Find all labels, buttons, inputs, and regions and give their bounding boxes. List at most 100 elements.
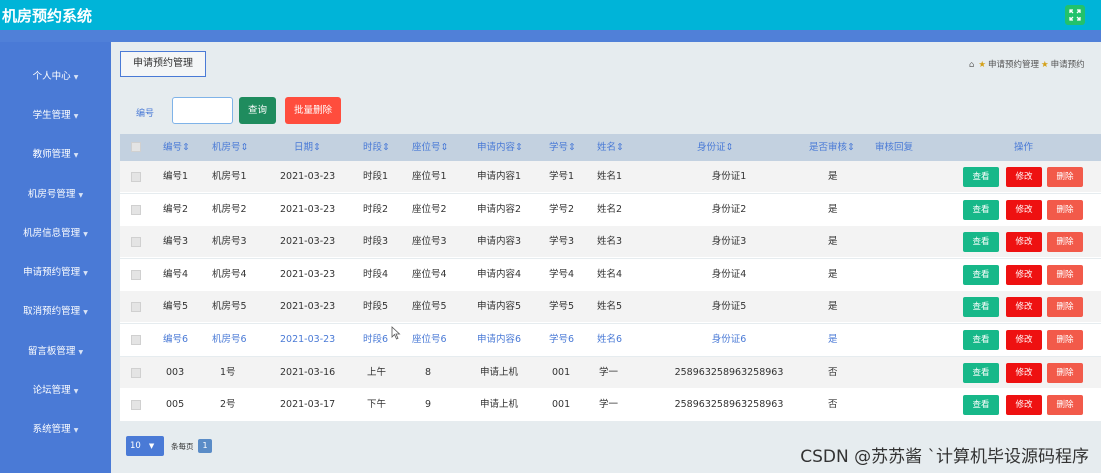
cell-audit: 是 — [828, 171, 838, 182]
cell-idcard: 身份证1 — [711, 171, 747, 182]
view-button[interactable]: 查看 — [963, 199, 999, 220]
cell-sid: 学号2 — [549, 203, 575, 215]
row-checkbox[interactable] — [131, 172, 141, 182]
column-header[interactable]: 编号⇕ — [163, 134, 190, 161]
header-label: 时段 — [363, 142, 383, 153]
delete-button[interactable]: 删除 — [1047, 362, 1083, 383]
cell-content: 申请内容3 — [477, 236, 522, 248]
select-all-checkbox[interactable] — [131, 142, 141, 152]
sidebar-item-students[interactable]: 学生管理 ▼ — [0, 107, 111, 121]
edit-button[interactable]: 修改 — [1006, 199, 1042, 220]
sort-icon: ⇕ — [440, 142, 449, 153]
column-header[interactable]: 座位号⇕ — [412, 134, 448, 161]
header-label: 日期 — [294, 142, 314, 153]
edit-button[interactable]: 修改 — [1006, 330, 1042, 350]
row-checkbox[interactable] — [131, 237, 141, 248]
sidebar-item-label: 个人中心 — [32, 71, 71, 82]
edit-button[interactable]: 修改 — [1006, 232, 1042, 253]
row-checkbox[interactable] — [131, 367, 141, 378]
column-header[interactable]: 是否审核⇕ — [809, 134, 855, 161]
row-checkbox[interactable] — [131, 269, 141, 280]
row-checkbox[interactable] — [131, 302, 141, 313]
delete-button[interactable]: 删除 — [1047, 297, 1083, 318]
column-header[interactable]: 申请内容⇕ — [477, 134, 523, 161]
sort-icon: ⇕ — [847, 142, 855, 153]
cell-id: 编号6 — [163, 334, 189, 345]
sidebar-item-system[interactable]: 系统管理 ▼ — [0, 421, 111, 435]
sidebar-item-room-numbers[interactable]: 机房号管理 ▼ — [0, 186, 111, 200]
edit-button[interactable]: 修改 — [1006, 264, 1042, 285]
fullscreen-icon[interactable] — [1065, 5, 1085, 25]
sidebar-item-label: 机房号管理 — [27, 189, 76, 200]
table-row: 编号5 机房号5 2021-03-23 时段5 座位号5 申请内容5 学号5 姓名5 身份证5 是… — [120, 291, 1101, 324]
cell-seat: 座位号3 — [412, 236, 447, 248]
column-header[interactable]: 学号⇕ — [549, 134, 576, 161]
cell-date: 2021-03-23 — [280, 301, 336, 313]
header-label: 编号 — [163, 142, 183, 153]
batch-delete-button[interactable]: 批量删除 — [285, 97, 341, 124]
sidebar-item-reservations[interactable]: 申请预约管理 ▼ — [0, 264, 111, 278]
cell-audit: 是 — [828, 236, 838, 248]
sidebar-item-label: 留言板管理 — [27, 346, 76, 357]
view-button[interactable]: 查看 — [963, 297, 999, 318]
sidebar-item-label: 论坛管理 — [32, 385, 71, 396]
page-size-select[interactable]: 10 ▼ — [126, 436, 164, 456]
delete-button[interactable]: 删除 — [1047, 395, 1083, 416]
home-icon[interactable]: ⌂ — [969, 60, 974, 70]
query-button[interactable]: 查询 — [239, 97, 276, 124]
cell-room: 机房号5 — [212, 301, 247, 313]
view-button[interactable]: 查看 — [963, 264, 999, 285]
table-row: 003 1号 2021-03-16 上午 8 申请上机 001 学一 2589632589632… — [120, 356, 1101, 389]
cell-idcard: 258963258963258963 — [674, 399, 784, 411]
row-checkbox[interactable] — [131, 400, 141, 411]
delete-button[interactable]: 删除 — [1047, 167, 1083, 187]
top-bar: 机房预约系统 — [0, 0, 1101, 30]
sidebar-item-label: 取消预约管理 — [23, 306, 81, 317]
sidebar-item-cancellations[interactable]: 取消预约管理 ▼ — [0, 303, 111, 317]
page-size-value: 10 — [130, 441, 141, 451]
column-header[interactable]: 姓名⇕ — [597, 134, 624, 161]
row-checkbox[interactable] — [131, 204, 141, 215]
cell-id: 编号2 — [163, 203, 189, 215]
cell-audit: 否 — [828, 366, 838, 378]
search-input[interactable] — [172, 97, 233, 124]
breadcrumb-item[interactable]: 申请预约 — [1051, 60, 1085, 70]
delete-button[interactable]: 删除 — [1047, 264, 1083, 285]
row-checkbox[interactable] — [131, 335, 141, 345]
column-header[interactable]: 时段⇕ — [363, 134, 390, 161]
edit-button[interactable]: 修改 — [1006, 362, 1042, 383]
page-number-button[interactable]: 1 — [198, 439, 212, 453]
sidebar-item-label: 学生管理 — [32, 110, 71, 121]
cell-date: 2021-03-17 — [280, 399, 336, 411]
tab-reservation-management[interactable]: 申请预约管理 — [120, 51, 206, 77]
breadcrumb-item[interactable]: 申请预约管理 — [988, 60, 1039, 70]
view-button[interactable]: 查看 — [963, 232, 999, 253]
edit-button[interactable]: 修改 — [1006, 167, 1042, 187]
chevron-down-icon: ▼ — [73, 113, 79, 120]
sidebar-item-teachers[interactable]: 教师管理 ▼ — [0, 146, 111, 160]
delete-button[interactable]: 删除 — [1047, 330, 1083, 350]
column-header[interactable]: 日期⇕ — [294, 134, 321, 161]
sidebar-item-room-info[interactable]: 机房信息管理 ▼ — [0, 225, 111, 239]
column-header[interactable]: 机房号⇕ — [212, 134, 248, 161]
edit-button[interactable]: 修改 — [1006, 297, 1042, 318]
edit-button[interactable]: 修改 — [1006, 395, 1042, 416]
view-button[interactable]: 查看 — [963, 395, 999, 416]
cell-room: 2号 — [220, 399, 236, 411]
view-button[interactable]: 查看 — [963, 167, 999, 187]
table-row: 编号2 机房号2 2021-03-23 时段2 座位号2 申请内容2 学号2 姓名2 身份证2 是… — [120, 193, 1101, 226]
column-header[interactable]: 身份证⇕ — [697, 134, 733, 161]
sidebar-item-forum[interactable]: 论坛管理 ▼ — [0, 382, 111, 396]
sidebar-item-message-board[interactable]: 留言板管理 ▼ — [0, 343, 111, 357]
cell-date: 2021-03-16 — [280, 366, 336, 378]
delete-button[interactable]: 删除 — [1047, 199, 1083, 220]
sort-icon: ⇕ — [240, 142, 249, 153]
view-button[interactable]: 查看 — [963, 330, 999, 350]
view-button[interactable]: 查看 — [963, 362, 999, 383]
delete-button[interactable]: 删除 — [1047, 232, 1083, 253]
sidebar-item-label: 机房信息管理 — [23, 228, 81, 239]
cell-content: 申请内容1 — [477, 171, 522, 182]
sidebar-item-personal-center[interactable]: 个人中心 ▼ — [0, 68, 111, 82]
cell-date: 2021-03-23 — [280, 203, 336, 215]
cell-name: 学一 — [599, 366, 619, 378]
